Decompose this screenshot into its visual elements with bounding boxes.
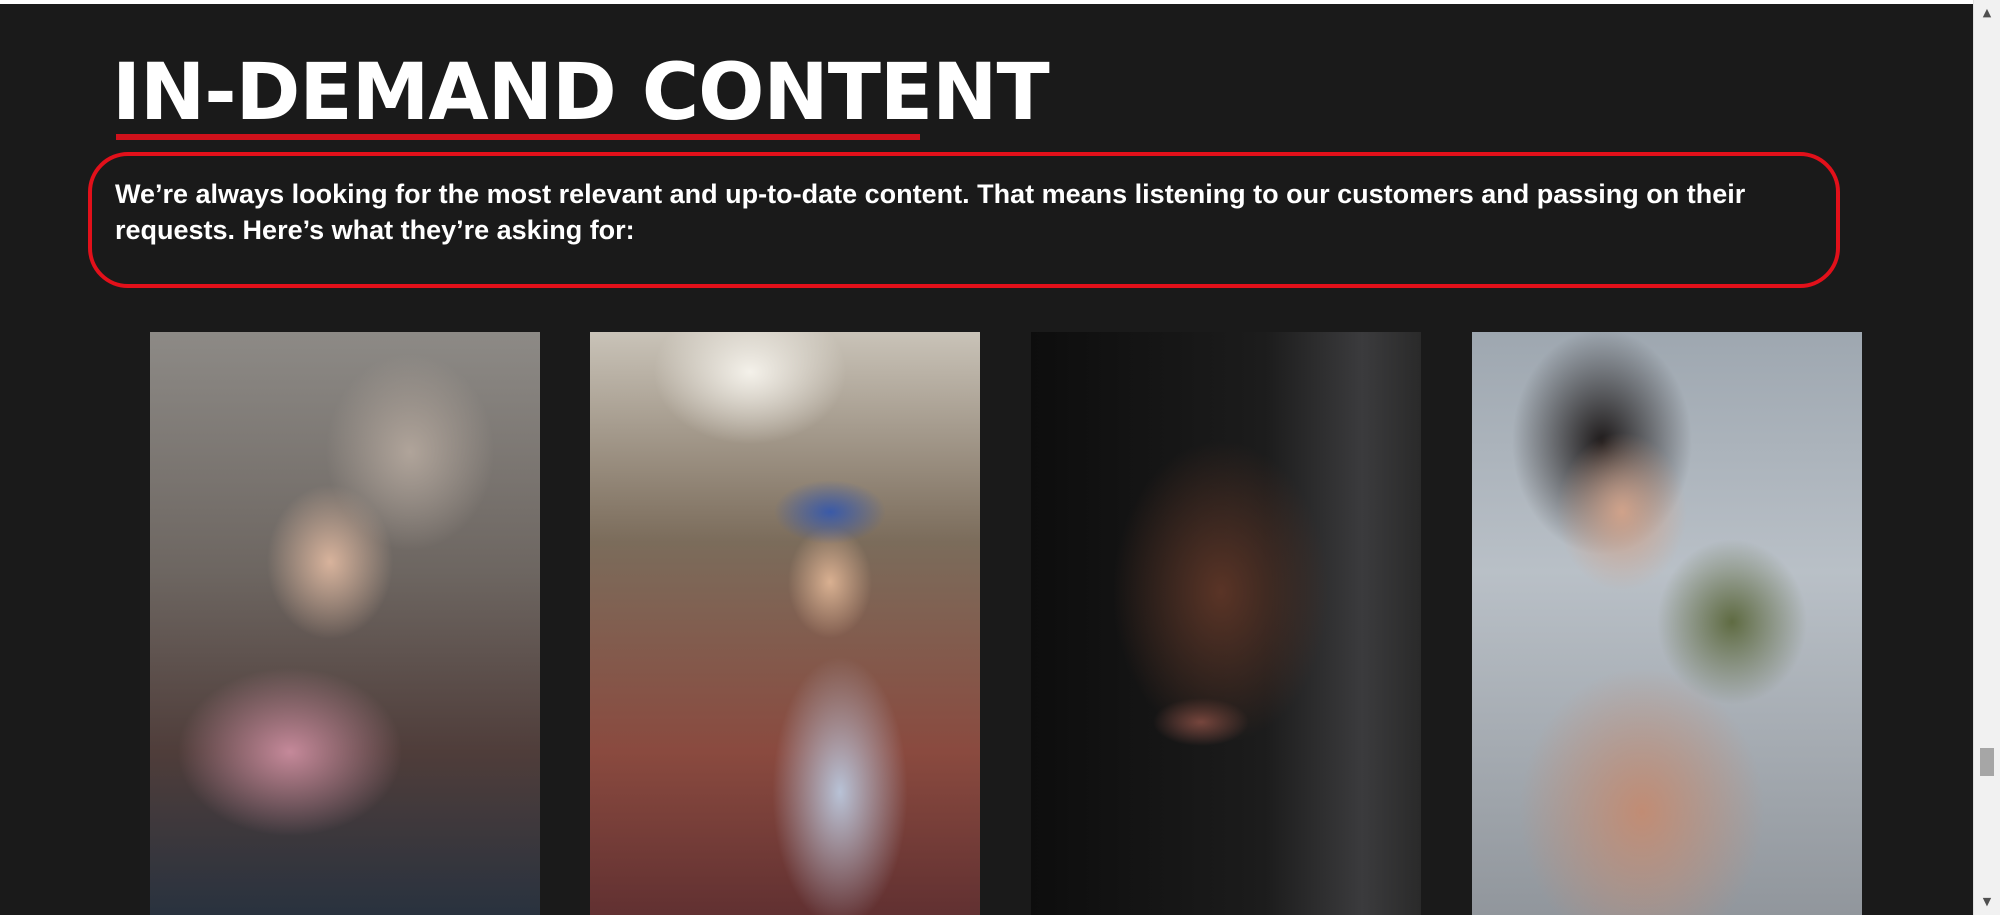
- photo-couple-embracing[interactable]: [150, 332, 540, 915]
- page-content: IN-DEMAND CONTENT We’re always looking f…: [0, 4, 1973, 915]
- heading-underline: [116, 134, 920, 140]
- intro-paragraph: We’re always looking for the most releva…: [115, 179, 1746, 245]
- scrollbar-thumb[interactable]: [1980, 748, 1994, 776]
- photo-woman-market-hat[interactable]: [590, 332, 980, 915]
- scroll-up-arrow-icon[interactable]: ▲: [1974, 0, 2000, 26]
- photo-child-dinosaur[interactable]: [1472, 332, 1862, 915]
- photo-woman-portrait[interactable]: [1031, 332, 1421, 915]
- scroll-down-arrow-icon[interactable]: ▼: [1974, 889, 2000, 915]
- section-heading: IN-DEMAND CONTENT: [112, 48, 1050, 138]
- vertical-scrollbar[interactable]: ▲ ▼: [1973, 0, 2000, 915]
